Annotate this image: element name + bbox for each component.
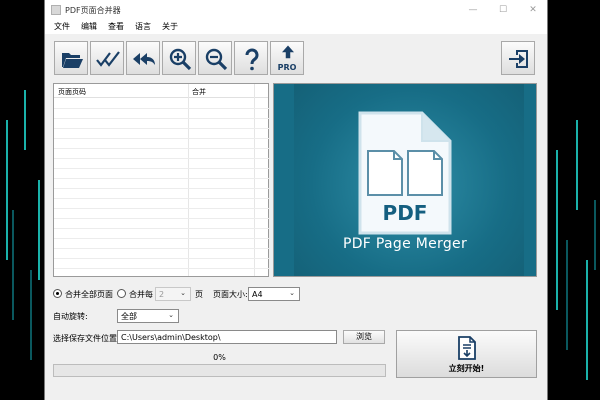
row-divider <box>54 228 270 229</box>
row-divider <box>54 158 270 159</box>
row-divider <box>54 238 270 239</box>
zoom-in-icon <box>169 48 192 71</box>
background-streak <box>594 200 596 270</box>
help-button[interactable] <box>234 41 268 75</box>
merge-all-radio[interactable] <box>53 289 62 298</box>
merge-every-count-select[interactable]: 2 ⌄ <box>155 287 191 301</box>
select-all-button[interactable] <box>90 41 124 75</box>
chevron-down-icon: ⌄ <box>168 311 174 319</box>
auto-rotate-value: 全部 <box>121 312 137 321</box>
background-streak <box>24 90 26 150</box>
minimize-button[interactable]: — <box>465 3 481 17</box>
menu-language[interactable]: 语言 <box>135 21 151 32</box>
row-divider <box>54 168 270 169</box>
background-streak <box>556 150 558 310</box>
merge-all-label[interactable]: 合并全部页面 <box>65 289 113 300</box>
menu-file[interactable]: 文件 <box>54 21 70 32</box>
help-icon <box>245 48 259 71</box>
exit-icon <box>509 50 528 68</box>
app-window: PDF页面合并器 — ☐ ✕ 文件 编辑 查看 语言 关于 PRO 页面页码 合… <box>44 0 548 400</box>
close-button[interactable]: ✕ <box>525 3 541 17</box>
zoom-in-button[interactable] <box>162 41 196 75</box>
browse-button[interactable]: 浏览 <box>343 330 385 344</box>
chevron-down-icon: ⌄ <box>289 289 295 297</box>
row-divider <box>54 208 270 209</box>
product-banner: PDF PDF Page Merger <box>273 83 537 277</box>
page-list[interactable]: 页面页码 合并 <box>53 83 270 277</box>
open-folder-icon <box>62 53 83 68</box>
page-size-select[interactable]: A4 ⌄ <box>248 287 300 301</box>
row-divider <box>54 128 270 129</box>
menu-view[interactable]: 查看 <box>108 21 124 32</box>
save-location-label: 选择保存文件位置 <box>53 334 117 343</box>
double-check-icon <box>96 51 120 67</box>
progress-percent: 0% <box>213 353 226 362</box>
column-header-merge[interactable]: 合并 <box>192 87 206 97</box>
pdf-start-icon <box>458 336 476 360</box>
background-streak <box>6 120 8 260</box>
open-file-button[interactable] <box>54 41 88 75</box>
menu-edit[interactable]: 编辑 <box>81 21 97 32</box>
column-header-page-number[interactable]: 页面页码 <box>58 87 86 97</box>
app-icon <box>51 5 61 15</box>
zoom-out-icon <box>205 48 228 71</box>
title-bar: PDF页面合并器 — ☐ ✕ <box>45 0 547 20</box>
window-title: PDF页面合并器 <box>65 6 121 15</box>
zoom-out-button[interactable] <box>198 41 232 75</box>
exit-button[interactable] <box>501 41 535 75</box>
row-divider <box>54 118 270 119</box>
row-divider <box>54 188 270 189</box>
row-divider <box>54 218 270 219</box>
undo-all-button[interactable] <box>126 41 160 75</box>
page-size-value: A4 <box>252 290 263 299</box>
row-divider <box>54 248 270 249</box>
background-streak <box>12 210 14 320</box>
background-streak <box>586 260 588 380</box>
banner-title: PDF Page Merger <box>342 236 468 252</box>
merge-every-label[interactable]: 合并每 <box>129 289 153 300</box>
maximize-button[interactable]: ☐ <box>495 3 511 17</box>
auto-rotate-label: 自动旋转: <box>53 312 88 321</box>
pro-label: PRO <box>277 63 297 72</box>
merge-every-radio[interactable] <box>117 289 126 298</box>
merge-every-count-value: 2 <box>159 290 165 299</box>
background-streak <box>566 240 568 350</box>
page-size-label: 页面大小: <box>213 290 248 299</box>
row-divider <box>54 258 270 259</box>
row-divider <box>54 108 270 109</box>
menu-bar: 文件 编辑 查看 语言 关于 <box>45 20 547 34</box>
chevron-down-icon: ⌄ <box>180 289 186 297</box>
background-streak <box>30 270 32 360</box>
background-streak <box>38 180 40 280</box>
row-divider <box>54 198 270 199</box>
save-path-input[interactable]: C:\Users\admin\Desktop\ <box>117 330 337 344</box>
pages-unit-label: 页 <box>195 290 203 299</box>
row-divider <box>54 268 270 269</box>
progress-bar <box>53 364 386 377</box>
pdf-badge: PDF <box>382 201 428 225</box>
start-button[interactable]: 立刻开始! <box>396 330 537 378</box>
row-divider <box>54 148 270 149</box>
page-list-header: 页面页码 合并 <box>54 84 268 98</box>
auto-rotate-select[interactable]: 全部 ⌄ <box>117 309 179 323</box>
reply-all-icon <box>133 53 155 65</box>
upgrade-pro-icon <box>282 45 294 59</box>
row-divider <box>54 178 270 179</box>
menu-about[interactable]: 关于 <box>162 21 178 32</box>
upgrade-pro-button[interactable]: PRO <box>270 41 304 75</box>
background-streak <box>576 120 578 210</box>
start-label: 立刻开始! <box>448 364 485 373</box>
row-divider <box>54 138 270 139</box>
